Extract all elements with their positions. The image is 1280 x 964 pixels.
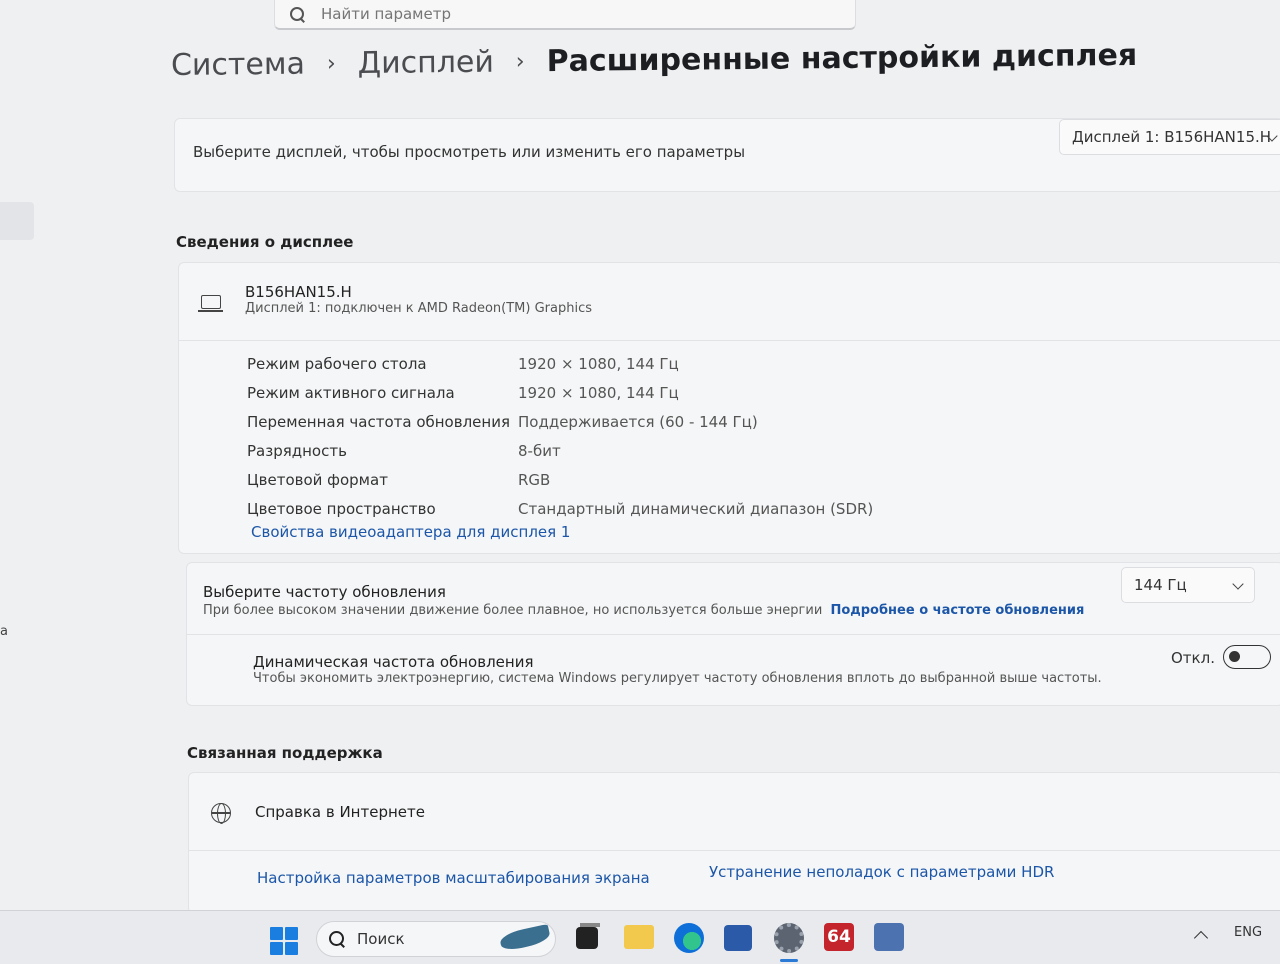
refresh-rate-dropdown[interactable]: 144 Гц bbox=[1121, 567, 1255, 603]
display-info-card: B156HAN15.H Дисплей 1: подключен к AMD R… bbox=[178, 262, 1280, 554]
display-select-value: Дисплей 1: B156HAN15.H bbox=[1072, 128, 1272, 146]
info-key: Разрядность bbox=[247, 441, 347, 460]
breadcrumb-system[interactable]: Система bbox=[171, 47, 305, 83]
refresh-rate-learn-more-link[interactable]: Подробнее о частоте обновления bbox=[830, 603, 1084, 618]
display-info-header: B156HAN15.H Дисплей 1: подключен к AMD R… bbox=[179, 263, 1280, 341]
hdr-troubleshoot-link[interactable]: Устранение неполадок с параметрами HDR bbox=[709, 863, 1054, 881]
dynamic-refresh-toggle-label: Откл. bbox=[1171, 649, 1215, 667]
info-value: 8-бит bbox=[518, 441, 561, 460]
breadcrumb: Система › Дисплей › Расширенные настройк… bbox=[171, 38, 1138, 83]
display-subtitle: Дисплей 1: подключен к AMD Radeon(TM) Gr… bbox=[245, 301, 593, 316]
refresh-rate-value: 144 Гц bbox=[1134, 576, 1187, 594]
refresh-rate-row: Выберите частоту обновления При более вы… bbox=[187, 563, 1280, 635]
display-info-section-title: Сведения о дисплее bbox=[176, 233, 354, 251]
help-online-title: Справка в Интернете bbox=[255, 803, 425, 821]
globe-icon bbox=[211, 803, 231, 824]
settings-gear-icon[interactable] bbox=[774, 923, 804, 953]
display-select-card: Выберите дисплей, чтобы просмотреть или … bbox=[174, 118, 1280, 192]
info-key: Переменная частота обновления bbox=[247, 412, 510, 431]
breadcrumb-display[interactable]: Дисплей bbox=[358, 45, 495, 81]
search-icon bbox=[289, 6, 305, 22]
info-value: RGB bbox=[518, 470, 551, 489]
refresh-rate-description: При более высоком значении движение боле… bbox=[203, 603, 823, 618]
language-indicator[interactable]: ENG bbox=[1234, 925, 1262, 940]
dynamic-refresh-toggle[interactable] bbox=[1223, 645, 1271, 669]
info-row: Режим активного сигнала 1920 × 1080, 144… bbox=[247, 378, 873, 407]
display-info-table: Режим рабочего стола 1920 × 1080, 144 Гц… bbox=[247, 349, 873, 523]
page-title: Расширенные настройки дисплея bbox=[546, 37, 1138, 80]
display-select-label: Выберите дисплей, чтобы просмотреть или … bbox=[193, 143, 746, 161]
edge-browser-icon[interactable] bbox=[674, 923, 704, 953]
settings-search-input[interactable] bbox=[321, 5, 801, 23]
aida64-icon[interactable]: 64 bbox=[824, 923, 854, 951]
microsoft-store-icon[interactable] bbox=[724, 925, 752, 951]
active-app-indicator bbox=[780, 959, 798, 962]
info-key: Цветовой формат bbox=[247, 470, 388, 489]
refresh-rate-card: Выберите частоту обновления При более вы… bbox=[186, 562, 1280, 706]
chevron-down-icon bbox=[1232, 578, 1244, 590]
laptop-icon bbox=[198, 295, 223, 312]
dynamic-refresh-subtitle: Чтобы экономить электроэнергию, система … bbox=[253, 671, 1102, 686]
info-row: Режим рабочего стола 1920 × 1080, 144 Гц bbox=[247, 349, 873, 378]
related-support-section-title: Связанная поддержка bbox=[187, 744, 383, 762]
task-view-icon[interactable] bbox=[576, 923, 600, 949]
photos-app-icon[interactable] bbox=[874, 923, 904, 951]
search-icon bbox=[329, 931, 345, 947]
related-support-card: Справка в Интернете Настройка параметров… bbox=[188, 772, 1280, 914]
taskbar-search-label: Поиск bbox=[357, 930, 405, 948]
info-row: Переменная частота обновления Поддержива… bbox=[247, 407, 873, 436]
info-value: Поддерживается (60 - 144 Гц) bbox=[518, 412, 758, 431]
info-row: Цветовое пространство Стандартный динами… bbox=[247, 494, 873, 523]
dynamic-refresh-title: Динамическая частота обновления bbox=[253, 653, 534, 671]
help-online-row[interactable]: Справка в Интернете bbox=[189, 773, 1280, 851]
file-explorer-icon[interactable] bbox=[624, 925, 654, 949]
info-key: Цветовое пространство bbox=[247, 499, 436, 518]
info-key: Режим активного сигнала bbox=[247, 383, 455, 402]
info-key: Режим рабочего стола bbox=[247, 354, 427, 373]
taskbar: Поиск 64 ENG bbox=[0, 910, 1280, 964]
info-value: 1920 × 1080, 144 Гц bbox=[518, 383, 679, 402]
display-select-dropdown[interactable]: Дисплей 1: B156HAN15.H bbox=[1059, 119, 1280, 155]
info-row: Разрядность 8-бит bbox=[247, 436, 873, 465]
breadcrumb-chevron-icon: › bbox=[326, 51, 336, 77]
sidebar-edge-text: a bbox=[0, 624, 8, 639]
tray-overflow-chevron-icon[interactable] bbox=[1193, 930, 1209, 946]
info-value: 1920 × 1080, 144 Гц bbox=[518, 354, 679, 373]
sidebar-selected-item[interactable] bbox=[0, 202, 34, 240]
info-value: Стандартный динамический диапазон (SDR) bbox=[518, 499, 874, 518]
refresh-rate-subtitle: При более высоком значении движение боле… bbox=[203, 603, 1084, 618]
refresh-rate-title: Выберите частоту обновления bbox=[203, 583, 446, 601]
breadcrumb-chevron-icon: › bbox=[515, 49, 525, 75]
settings-search-box[interactable] bbox=[274, 0, 856, 30]
info-row: Цветовой формат RGB bbox=[247, 465, 873, 494]
adapter-properties-link[interactable]: Свойства видеоадаптера для дисплея 1 bbox=[251, 523, 570, 541]
scaling-settings-link[interactable]: Настройка параметров масштабирования экр… bbox=[257, 869, 650, 887]
display-name: B156HAN15.H bbox=[245, 283, 352, 301]
windows-start-icon[interactable] bbox=[270, 927, 298, 955]
